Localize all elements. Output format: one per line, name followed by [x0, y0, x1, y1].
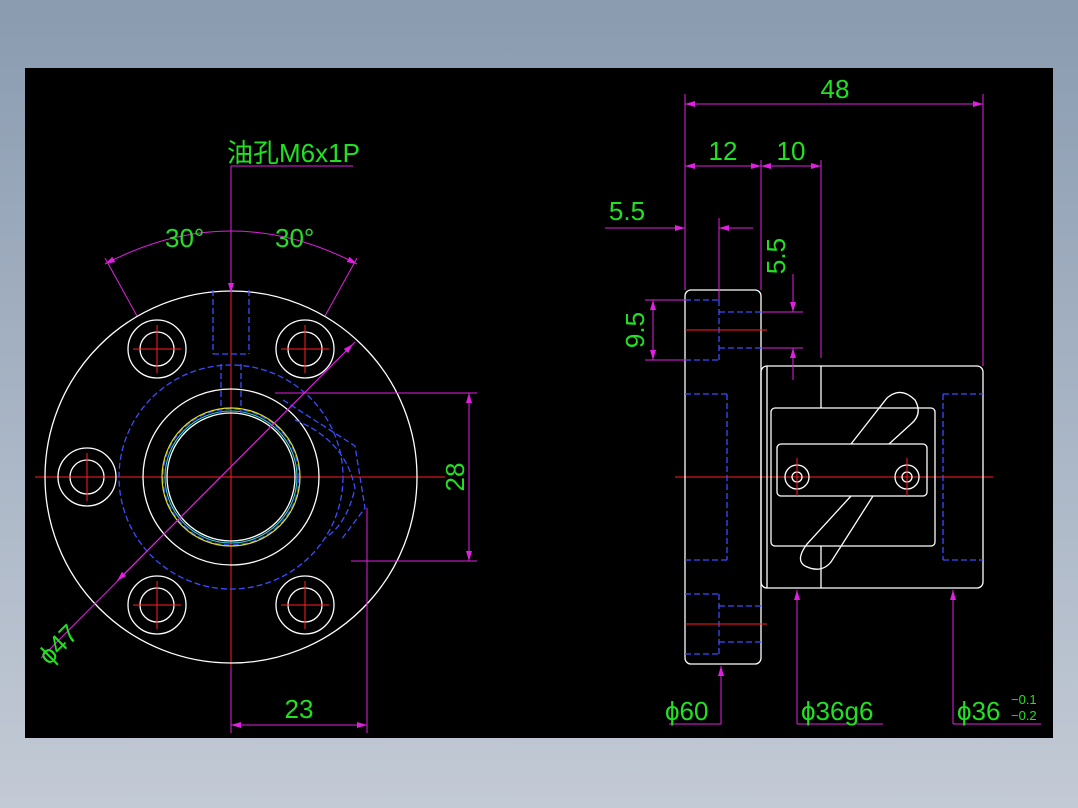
- dim-28: 28: [440, 463, 470, 492]
- bolt-hole-top-left: [127, 319, 187, 379]
- dim-48: 48: [821, 74, 850, 104]
- front-view: 28 23 ϕ47 30° 30° 油孔M6x1P: [32, 138, 477, 733]
- dim-10: 10: [777, 136, 806, 166]
- bolt-hole-bottom-left: [127, 575, 187, 635]
- dim-phi36: ϕ36: [957, 696, 1000, 726]
- drawing-canvas: 28 23 ϕ47 30° 30° 油孔M6x1P 48 12 10 5.5 5…: [32, 74, 1041, 733]
- bolt-hole-top-right: [275, 319, 335, 379]
- return-channel-hidden: [282, 399, 366, 541]
- tolerance-upper: −0.1: [1011, 692, 1037, 707]
- return-tube-lower: [799, 495, 874, 570]
- dim-phi36g6: ϕ36g6: [801, 696, 873, 726]
- side-view: 48 12 10 5.5 5.5 9.5 ϕ60 ϕ36g6 ϕ36 −0.1 …: [605, 74, 1041, 726]
- dim-5-5-horizontal: 5.5: [609, 196, 645, 226]
- bolt-hole-left: [57, 447, 117, 507]
- bolt-hole-bottom-right: [275, 575, 335, 635]
- dim-9-5: 9.5: [620, 312, 650, 348]
- dim-23: 23: [285, 694, 314, 724]
- return-tube-upper: [850, 391, 919, 445]
- dim-angle-right: 30°: [275, 223, 314, 253]
- dim-phi60: ϕ60: [665, 696, 708, 726]
- dim-angle-left: 30°: [165, 223, 204, 253]
- dim-12: 12: [709, 136, 738, 166]
- cad-viewport[interactable]: 28 23 ϕ47 30° 30° 油孔M6x1P 48 12 10 5.5 5…: [25, 68, 1053, 738]
- dim-5-5-vertical: 5.5: [761, 238, 791, 274]
- oil-hole-label: 油孔M6x1P: [227, 138, 360, 168]
- dim-phi47: ϕ47: [32, 618, 84, 670]
- return-channel-inner: [294, 419, 356, 539]
- tolerance-lower: −0.2: [1011, 708, 1037, 723]
